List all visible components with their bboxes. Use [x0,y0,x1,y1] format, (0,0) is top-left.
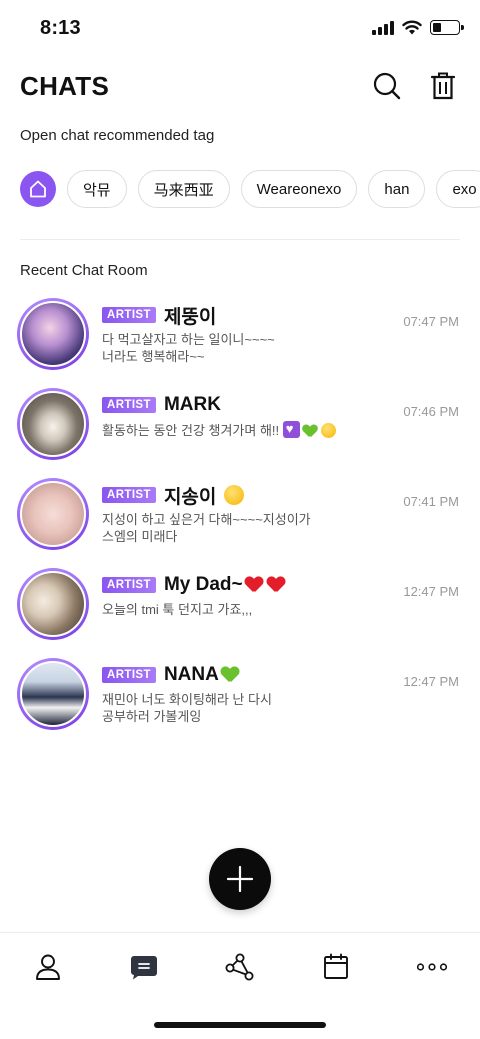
bottom-nav [0,932,480,1039]
green-heart-emoji-icon [303,425,317,437]
avatar [17,658,89,730]
hearts [245,577,285,593]
chat-preview: 활동하는 동안 건강 챙겨가며 해!! [102,420,370,439]
chat-preview-line: 공부하러 가볼게잉 [102,709,202,724]
avatar [17,478,89,550]
green-heart-emoji-icon [221,667,239,683]
home-icon [30,180,46,198]
share-network-icon [225,953,254,981]
chat-time: 12:47 PM [403,674,459,689]
chat-room-item[interactable]: ARTIST 지송이 지성이 하고 싶은거 다해~~~~지성이가 스엠의 미래다… [0,476,480,564]
tag-chip[interactable]: han [368,170,426,208]
calendar-icon [324,953,348,979]
chat-preview-line: 활동하는 동안 건강 챙겨가며 해!! [102,423,280,438]
artist-badge: ARTIST [102,577,156,593]
plus-icon [226,865,254,893]
purple-heart-emoji-icon [282,420,300,438]
chat-time: 07:47 PM [403,314,459,329]
more-icon [416,963,448,971]
chat-name: MARK [163,394,221,415]
home-indicator[interactable] [154,1022,326,1028]
red-heart-emoji-icon [267,577,285,593]
avatar [17,298,89,370]
header: CHATS [20,62,460,110]
nav-profile[interactable] [30,949,66,985]
nav-share[interactable] [222,949,258,985]
chat-room-item[interactable]: ARTIST MARK 활동하는 동안 건강 챙겨가며 해!! 07:46 PM [0,386,480,474]
chat-room-item[interactable]: ARTIST My Dad~ 오늘의 tmi 툭 던지고 가죠,,, 12:47… [0,566,480,654]
tags-row: 악뮤 马来西亚 Weareonexo han exo [20,170,480,210]
artist-badge: ARTIST [102,307,156,323]
delete-button[interactable] [426,69,460,103]
trash-icon [430,72,456,100]
search-icon [373,72,401,100]
chat-list: ARTIST 제뚱이 다 먹고살자고 하는 일이니~~~~ 너라도 행복해라~~… [0,296,480,746]
tag-chip[interactable]: exo [436,170,480,208]
chat-name: NANA [163,664,219,685]
nav-chats[interactable] [126,949,162,985]
chat-preview-line: 오늘의 tmi 툭 던지고 가죠,,, [102,602,253,617]
tag-home-button[interactable] [20,171,56,207]
artist-badge: ARTIST [102,397,156,413]
chat-preview: 다 먹고살자고 하는 일이니~~~~ 너라도 행복해라~~ [102,331,370,365]
avatar [17,568,89,640]
tag-chip[interactable]: Weareonexo [240,170,358,208]
chat-preview-line: 지성이 하고 싶은거 다해~~~~지성이가 [102,512,311,527]
chat-name: My Dad~ [163,574,243,595]
recent-section-label: Recent Chat Room [20,262,148,279]
new-chat-button[interactable] [209,848,271,910]
red-heart-emoji-icon [245,577,263,593]
chat-time: 12:47 PM [403,584,459,599]
chat-preview: 지성이 하고 싶은거 다해~~~~지성이가 스엠의 미래다 [102,511,370,545]
status-time: 8:13 [40,17,81,39]
chat-room-item[interactable]: ARTIST 제뚱이 다 먹고살자고 하는 일이니~~~~ 너라도 행복해라~~… [0,296,480,384]
heart-eyes-emoji-icon [321,423,337,438]
cellular-signal-icon [372,20,394,35]
chat-name: 제뚱이 [163,306,217,328]
status-bar: 8:13 [0,0,480,58]
status-icons [372,20,464,35]
chat-icon [131,956,157,980]
avatar [17,388,89,460]
artist-badge: ARTIST [102,487,156,503]
chat-time: 07:41 PM [403,494,459,509]
nav-calendar[interactable] [318,949,354,985]
header-actions [370,69,460,103]
nav-more[interactable] [414,949,450,985]
battery-icon [430,20,464,35]
chat-preview: 재민아 너도 화이팅해라 난 다시 공부하러 가볼게잉 [102,691,370,725]
artist-badge: ARTIST [102,667,156,683]
page-title: CHATS [20,70,110,101]
wifi-icon [402,20,422,35]
chat-preview-line: 재민아 너도 화이팅해라 난 다시 [102,692,272,707]
chat-preview-line: 스엠의 미래다 [102,529,178,544]
chat-preview-line: 너라도 행복해라~~ [102,349,205,364]
divider [20,239,460,240]
search-button[interactable] [370,69,404,103]
profile-icon [36,954,60,980]
tag-chip[interactable]: 马来西亚 [137,170,230,208]
tags-section-label: Open chat recommended tag [20,127,215,144]
tag-chip[interactable]: 악뮤 [67,170,127,208]
chat-preview-line: 다 먹고살자고 하는 일이니~~~~ [102,332,275,347]
chat-name: 지송이 [163,486,217,508]
kissing-face-emoji-icon [224,485,245,505]
chat-preview: 오늘의 tmi 툭 던지고 가죠,,, [102,601,370,618]
chat-room-item[interactable]: ARTIST NANA 재민아 너도 화이팅해라 난 다시 공부하러 가볼게잉 … [0,656,480,744]
chat-time: 07:46 PM [403,404,459,419]
